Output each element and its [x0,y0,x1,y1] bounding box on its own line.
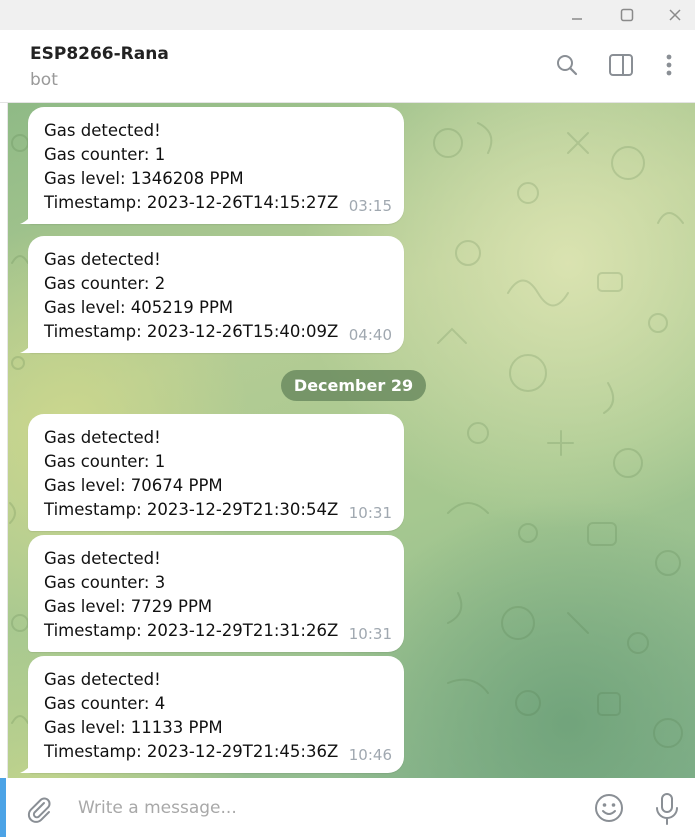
message-line: Timestamp: 2023-12-29T21:30:54Z [44,500,339,519]
message-line: Gas detected! [44,250,161,269]
message-line: Gas detected! [44,549,161,568]
paperclip-icon [27,797,51,823]
message-line: Gas level: 1346208 PPM [44,169,244,188]
close-button[interactable] [652,0,695,30]
chat-list-edge [0,103,8,778]
bubble-tail [20,759,34,773]
chat-status: bot [30,70,58,90]
side-panel-icon [609,54,633,76]
message-composer [0,778,695,837]
message-line: Gas counter: 4 [44,694,166,713]
message-line: Gas detected! [44,121,161,140]
voice-message-button[interactable] [653,792,681,826]
message-line: Gas detected! [44,428,161,447]
search-button[interactable] [552,50,582,80]
message-line: Gas counter: 1 [44,145,166,164]
message-line: Timestamp: 2023-12-26T14:15:27Z [44,193,339,212]
message-line: Gas detected! [44,670,161,689]
chat-history[interactable]: Gas detected! Gas counter: 1 Gas level: … [8,103,695,778]
emoji-button[interactable] [593,792,625,824]
composer-accent-bar [0,778,6,837]
minimize-icon [572,18,582,20]
window-titlebar [0,0,695,30]
message-line: Gas level: 405219 PPM [44,298,234,317]
attach-button[interactable] [24,794,54,824]
message-line: Gas counter: 2 [44,274,166,293]
message-line: Gas level: 7729 PPM [44,597,213,616]
maximize-button[interactable] [604,0,650,30]
message-bubble[interactable]: Gas detected! Gas counter: 1 Gas level: … [28,414,404,531]
message-bubble[interactable]: Gas detected! Gas counter: 1 Gas level: … [20,107,404,224]
bubble-tail [20,210,34,224]
message-line: Gas level: 11133 PPM [44,718,223,737]
more-vertical-icon [666,54,672,76]
message-line: Gas level: 70674 PPM [44,476,223,495]
message-time: 10:31 [348,625,392,643]
minimize-button[interactable] [554,0,600,30]
date-separator[interactable]: December 29 [281,370,426,401]
message-time: 10:31 [348,504,392,522]
message-line: Timestamp: 2023-12-29T21:45:36Z [44,742,339,761]
message-line: Timestamp: 2023-12-26T15:40:09Z [44,322,339,341]
message-time: 10:46 [348,746,392,764]
message-line: Gas counter: 3 [44,573,166,592]
more-options-button[interactable] [654,50,684,80]
message-bubble[interactable]: Gas detected! Gas counter: 4 Gas level: … [20,656,404,773]
chat-header[interactable]: ESP8266-Rana bot [0,30,695,103]
search-icon [557,55,578,76]
bubble-tail [20,339,34,353]
message-line: Timestamp: 2023-12-29T21:31:26Z [44,621,339,640]
chat-title[interactable]: ESP8266-Rana [30,44,169,64]
message-bubble[interactable]: Gas detected! Gas counter: 3 Gas level: … [28,535,404,652]
message-time: 03:15 [348,197,392,215]
maximize-icon [620,8,634,22]
emoji-icon [595,794,623,822]
message-line: Gas counter: 1 [44,452,166,471]
side-panel-button[interactable] [606,50,636,80]
close-icon [669,9,681,21]
message-time: 04:40 [348,326,392,344]
message-bubble[interactable]: Gas detected! Gas counter: 2 Gas level: … [20,236,404,353]
microphone-icon [656,793,678,825]
message-input[interactable] [78,792,558,824]
